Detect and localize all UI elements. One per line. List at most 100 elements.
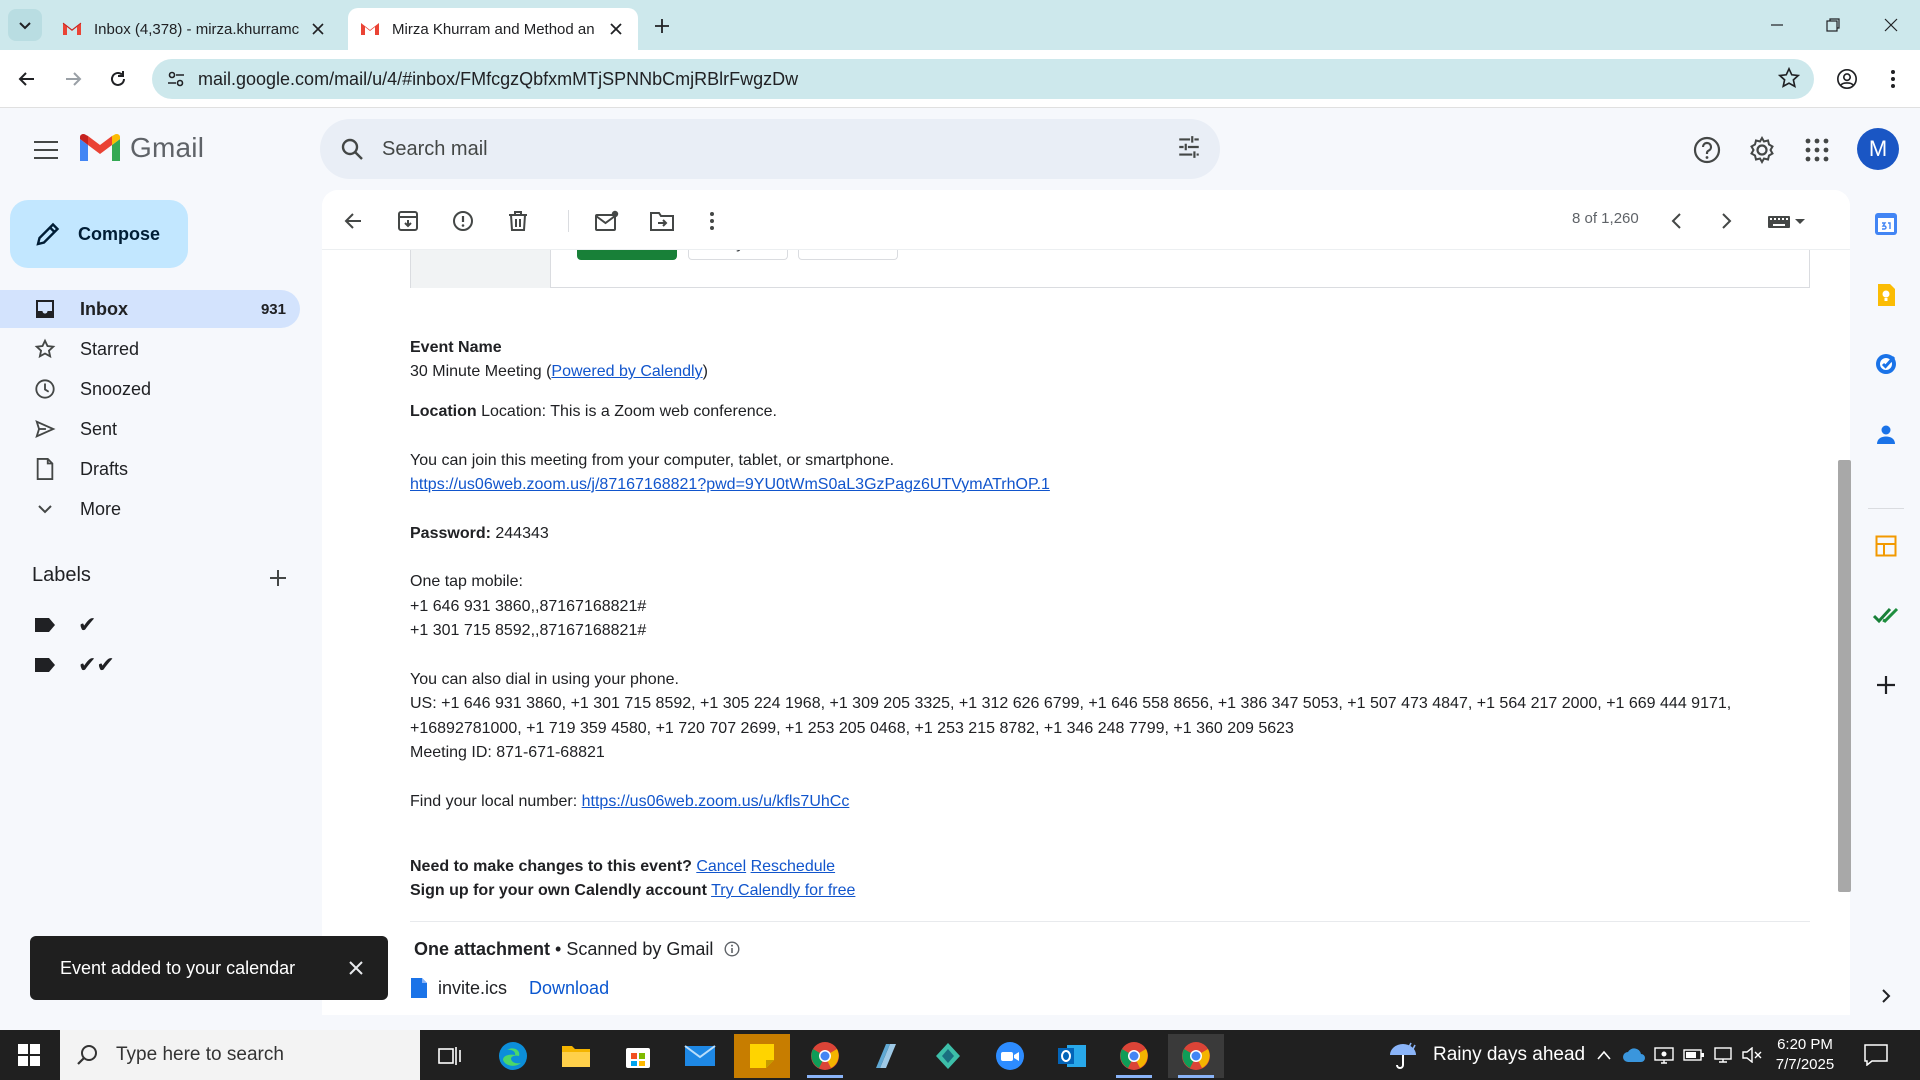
nav-item-more[interactable]: More (0, 490, 300, 528)
addon-app-button[interactable] (1870, 530, 1902, 562)
close-icon[interactable] (606, 19, 626, 39)
delete-button[interactable] (503, 206, 533, 236)
taskbar-app-diamond[interactable] (920, 1034, 976, 1078)
taskbar-search-box[interactable]: Type here to search (60, 1030, 420, 1080)
label-item[interactable]: ✔✔ (32, 650, 115, 680)
browser-tab-message[interactable]: Mirza Khurram and Method an (348, 8, 638, 50)
move-to-button[interactable] (647, 206, 677, 236)
profile-button[interactable] (1832, 64, 1862, 94)
dial-in-numbers: +16892781000, +1 719 359 4580, +1 720 70… (410, 720, 1294, 737)
label-item[interactable]: ✔ (32, 610, 96, 640)
nav-item-starred[interactable]: Starred (0, 330, 300, 368)
taskbar-app-mail[interactable] (672, 1034, 728, 1078)
taskbar-app-file-explorer[interactable] (548, 1034, 604, 1078)
notification-center-button[interactable] (1862, 1042, 1890, 1068)
restore-button[interactable] (1818, 10, 1848, 40)
meet-now-tray-icon[interactable] (1652, 1043, 1676, 1067)
back-button[interactable] (12, 64, 42, 94)
taskbar-app-store[interactable] (610, 1034, 666, 1078)
network-tray-icon[interactable] (1712, 1043, 1736, 1067)
one-tap-number: +1 646 931 3860,,87167168821# (410, 598, 647, 615)
nav-item-inbox[interactable]: Inbox 931 (0, 290, 300, 328)
powered-by-calendly-link[interactable]: Powered by Calendly (551, 363, 702, 380)
chevron-right-icon (1722, 213, 1732, 229)
address-bar[interactable]: mail.google.com/mail/u/4/#inbox/FMfcgzQb… (152, 59, 1814, 99)
task-view-button[interactable] (422, 1034, 478, 1078)
attachment-filename[interactable]: invite.ics (438, 978, 507, 999)
taskbar-app-zoom[interactable] (982, 1034, 1038, 1078)
diamond-app-icon (936, 1043, 960, 1069)
account-avatar[interactable]: M (1857, 128, 1899, 170)
search-options-icon[interactable] (1176, 134, 1202, 165)
settings-button[interactable] (1745, 133, 1779, 167)
input-tools-button[interactable] (1762, 206, 1812, 236)
hide-side-panel-button[interactable] (1870, 980, 1902, 1012)
taskbar-app-pen[interactable] (858, 1034, 914, 1078)
search-icon[interactable] (338, 135, 366, 163)
support-button[interactable] (1690, 133, 1724, 167)
event-name-heading: Event Name (410, 339, 502, 356)
site-info-icon[interactable] (158, 61, 194, 97)
taskbar-app-sticky-notes[interactable] (734, 1034, 790, 1078)
bookmark-star-icon[interactable] (1777, 66, 1801, 94)
taskbar-clock[interactable]: 6:20 PM 7/7/2025 (1760, 1035, 1850, 1075)
browser-tab-bar: Inbox (4,378) - mirza.khurramc Mirza Khu… (0, 0, 1920, 50)
tasks-app-button[interactable] (1870, 348, 1902, 380)
chrome-icon (1182, 1042, 1210, 1070)
new-tab-button[interactable] (650, 14, 674, 38)
reschedule-event-link[interactable]: Reschedule (751, 858, 836, 875)
nav-item-drafts[interactable]: Drafts (0, 450, 300, 488)
scrollbar-thumb[interactable] (1838, 460, 1851, 892)
browser-menu-button[interactable] (1878, 64, 1908, 94)
onedrive-tray-icon[interactable] (1622, 1043, 1646, 1067)
local-number-link[interactable]: https://us06web.zoom.us/u/kfls7UhCc (582, 793, 850, 810)
show-hidden-icons-button[interactable] (1592, 1043, 1616, 1067)
main-menu-button[interactable] (28, 136, 64, 164)
keep-app-button[interactable] (1870, 279, 1902, 311)
start-button[interactable] (12, 1040, 46, 1070)
cancel-event-link[interactable]: Cancel (696, 858, 746, 875)
compose-button[interactable]: Compose (10, 200, 188, 268)
info-icon[interactable] (724, 941, 740, 957)
nav-item-snoozed[interactable]: Snoozed (0, 370, 300, 408)
search-bar[interactable] (320, 119, 1220, 179)
newer-button[interactable] (1662, 206, 1692, 236)
get-addons-button[interactable] (1870, 669, 1902, 701)
taskbar-app-chrome-profile[interactable] (1106, 1034, 1162, 1078)
taskbar-app-chrome[interactable] (797, 1034, 853, 1078)
contacts-app-button[interactable] (1870, 418, 1902, 450)
gmail-logo[interactable]: Gmail (80, 132, 204, 164)
read-receipts-app-button[interactable] (1870, 599, 1902, 631)
weather-widget[interactable]: Rainy days ahead (1385, 1030, 1585, 1080)
battery-tray-icon[interactable] (1682, 1043, 1706, 1067)
back-to-inbox-button[interactable] (338, 206, 368, 236)
close-icon[interactable] (308, 19, 328, 39)
taskbar-app-chrome-active[interactable] (1168, 1034, 1224, 1078)
close-window-button[interactable] (1876, 10, 1906, 40)
zoom-join-link[interactable]: https://us06web.zoom.us/j/87167168821?pw… (410, 476, 1050, 493)
mark-unread-button[interactable] (592, 206, 622, 236)
taskbar-app-outlook[interactable] (1044, 1034, 1100, 1078)
gmail-m-icon (80, 133, 120, 161)
star-icon (32, 336, 58, 362)
nav-item-sent[interactable]: Sent (0, 410, 300, 448)
google-apps-button[interactable] (1800, 133, 1834, 167)
close-icon[interactable] (344, 956, 368, 980)
try-calendly-link[interactable]: Try Calendly for free (711, 882, 855, 899)
more-actions-button[interactable] (697, 206, 727, 236)
reload-button[interactable] (103, 64, 133, 94)
browser-tab-inbox[interactable]: Inbox (4,378) - mirza.khurramc (50, 8, 340, 50)
report-spam-button[interactable] (448, 206, 478, 236)
calendar-app-button[interactable] (1870, 208, 1902, 240)
zoom-join-line: https://us06web.zoom.us/j/87167168821?pw… (410, 475, 1050, 495)
forward-button[interactable] (58, 64, 88, 94)
tab-search-button[interactable] (8, 9, 42, 41)
create-label-button[interactable] (264, 564, 292, 592)
taskbar-app-edge[interactable] (485, 1034, 541, 1078)
archive-button[interactable] (393, 206, 423, 236)
older-button[interactable] (1711, 206, 1741, 236)
minimize-button[interactable] (1762, 10, 1792, 40)
download-link[interactable]: Download (529, 978, 609, 999)
search-input[interactable] (382, 137, 1142, 161)
weather-text: Rainy days ahead (1433, 1044, 1586, 1065)
